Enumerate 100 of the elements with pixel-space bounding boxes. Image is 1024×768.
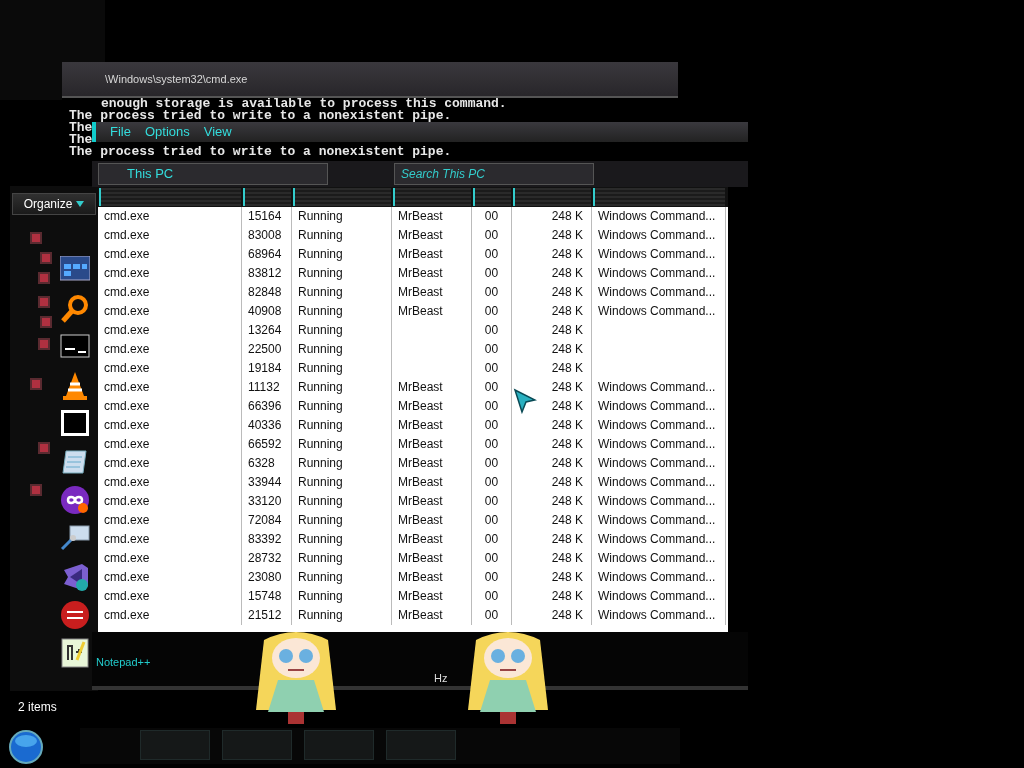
column-header[interactable] <box>473 188 511 206</box>
table-cell: 28732 <box>242 549 292 568</box>
table-cell: cmd.exe <box>98 245 242 264</box>
table-cell: 33120 <box>242 492 292 511</box>
column-header[interactable] <box>393 188 471 206</box>
table-cell: 248 K <box>512 340 592 359</box>
program-label[interactable]: Notepad++ <box>96 654 151 671</box>
column-header[interactable] <box>243 188 291 206</box>
table-cell: 19184 <box>242 359 292 378</box>
table-cell: cmd.exe <box>98 340 242 359</box>
menu-item[interactable]: View <box>203 122 232 142</box>
table-cell: 66592 <box>242 435 292 454</box>
table-cell: Windows Command... <box>592 264 726 283</box>
table-cell: 248 K <box>512 549 592 568</box>
square-logo-icon[interactable] <box>60 408 90 439</box>
table-cell: cmd.exe <box>98 587 242 606</box>
table-cell: cmd.exe <box>98 549 242 568</box>
table-cell: 00 <box>472 378 512 397</box>
table-cell: MrBeast <box>392 264 472 283</box>
table-cell: 21512 <box>242 606 292 625</box>
table-cell: Windows Command... <box>592 511 726 530</box>
console-line: enough storage is available to process this command. <box>100 98 507 110</box>
table-cell: MrBeast <box>392 549 472 568</box>
table-cell: Running <box>292 226 392 245</box>
table-cell: Running <box>292 302 392 321</box>
table-cell: Running <box>292 264 392 283</box>
table-cell: Running <box>292 530 392 549</box>
circle-logo-icon[interactable] <box>60 599 90 630</box>
table-cell: Windows Command... <box>592 587 726 606</box>
table-cell: Windows Command... <box>592 378 726 397</box>
organize-button[interactable]: Organize <box>12 193 96 215</box>
table-cell: 248 K <box>512 302 592 321</box>
table-cell: 248 K <box>512 530 592 549</box>
column-header[interactable] <box>513 188 591 206</box>
traffic-cone-icon[interactable] <box>60 370 90 401</box>
table-cell: Windows Command... <box>592 568 726 587</box>
table-cell: cmd.exe <box>98 302 242 321</box>
table-cell: Windows Command... <box>592 473 726 492</box>
table-cell: 23080 <box>242 568 292 587</box>
caret-icon <box>76 201 85 207</box>
table-cell: 82848 <box>242 283 292 302</box>
table-cell: Windows Command... <box>592 454 726 473</box>
table-cell: 248 K <box>512 492 592 511</box>
table-cell: 00 <box>472 454 512 473</box>
table-cell: MrBeast <box>392 606 472 625</box>
table-cell: Windows Command... <box>592 397 726 416</box>
table-cell: 11132 <box>242 378 292 397</box>
table-cell: Windows Command... <box>592 492 726 511</box>
table-cell: cmd.exe <box>98 606 242 625</box>
table-cell: 00 <box>472 321 512 340</box>
address-bar[interactable]: This PC <box>98 163 328 185</box>
table-cell: cmd.exe <box>98 207 242 226</box>
table-cell: 00 <box>472 283 512 302</box>
table-cell: cmd.exe <box>98 397 242 416</box>
table-cell: 00 <box>472 549 512 568</box>
table-cell: 00 <box>472 530 512 549</box>
table-cell: 40908 <box>242 302 292 321</box>
table-cell: Windows Command... <box>592 226 726 245</box>
table-cell: Running <box>292 321 392 340</box>
table-cell: cmd.exe <box>98 568 242 587</box>
table-cell: cmd.exe <box>98 473 242 492</box>
table-cell: MrBeast <box>392 226 472 245</box>
infinity-icon[interactable] <box>60 485 90 516</box>
table-cell: Running <box>292 587 392 606</box>
magnifier-icon[interactable] <box>60 294 90 325</box>
table-cell: 33944 <box>242 473 292 492</box>
table-cell: cmd.exe <box>98 321 242 340</box>
table-cell: 00 <box>472 264 512 283</box>
table-cell: Windows Command... <box>592 283 726 302</box>
search-field[interactable]: Search This PC <box>394 163 594 185</box>
table-cell: MrBeast <box>392 473 472 492</box>
start-orb-icon[interactable] <box>9 730 43 764</box>
table-cell: Running <box>292 473 392 492</box>
table-cell: cmd.exe <box>98 264 242 283</box>
table-cell: 248 K <box>512 416 592 435</box>
table-cell: Windows Command... <box>592 302 726 321</box>
table-cell: cmd.exe <box>98 454 242 473</box>
table-cell: MrBeast <box>392 511 472 530</box>
table-cell: 00 <box>472 359 512 378</box>
table-cell: Running <box>292 416 392 435</box>
table-cell: 83008 <box>242 226 292 245</box>
table-cell: Running <box>292 492 392 511</box>
table-cell: cmd.exe <box>98 492 242 511</box>
window-title: \Windows\system32\cmd.exe <box>62 62 678 98</box>
table-cell: Running <box>292 283 392 302</box>
table-cell: MrBeast <box>392 283 472 302</box>
table-cell: 248 K <box>512 511 592 530</box>
table-cell: 00 <box>472 397 512 416</box>
table-cell: Windows Command... <box>592 606 726 625</box>
notepad-icon[interactable] <box>60 638 90 668</box>
menu-item[interactable]: Options <box>144 122 190 142</box>
table-cell: MrBeast <box>392 435 472 454</box>
column-header[interactable] <box>293 188 391 206</box>
table-cell: 13264 <box>242 321 292 340</box>
mouse-pointer-icon[interactable] <box>513 388 537 414</box>
table-cell: 72084 <box>242 511 292 530</box>
table-cell: 40336 <box>242 416 292 435</box>
table-cell: Running <box>292 245 392 264</box>
table-cell: Running <box>292 378 392 397</box>
menu-item[interactable]: File <box>110 122 131 142</box>
